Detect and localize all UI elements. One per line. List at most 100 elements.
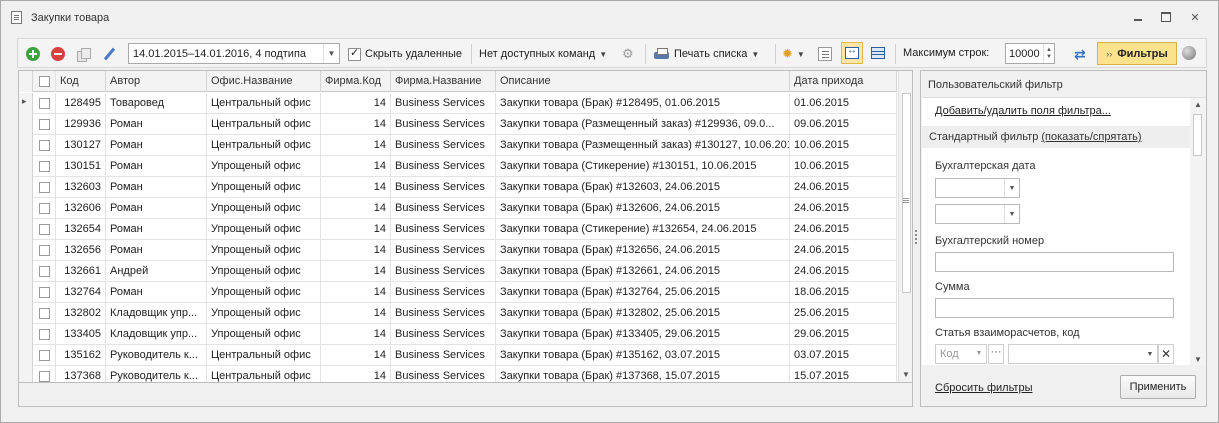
cell-firm-code[interactable]: 14 — [321, 366, 391, 382]
row-indicator[interactable] — [19, 177, 33, 198]
cell-code[interactable]: 129936 — [56, 114, 106, 135]
cell-firm-code[interactable]: 14 — [321, 135, 391, 156]
cell-description[interactable]: Закупки товара (Брак) #135162, 03.07.201… — [496, 345, 790, 366]
cell-firm-name[interactable]: Business Services — [391, 366, 496, 382]
commands-menu[interactable]: Нет доступных команд ▼ — [479, 45, 607, 63]
cell-code[interactable]: 132603 — [56, 177, 106, 198]
row-indicator[interactable] — [19, 282, 33, 303]
cell-firm-code[interactable]: 14 — [321, 198, 391, 219]
cell-author[interactable]: Роман — [106, 156, 207, 177]
table-row[interactable]: 130151 Роман Упрощеный офис 14 Business Serv… — [19, 156, 897, 177]
cell-author[interactable]: Роман — [106, 135, 207, 156]
cell-author[interactable]: Роман — [106, 240, 207, 261]
cell-firm-code[interactable]: 14 — [321, 156, 391, 177]
cell-firm-code[interactable]: 14 — [321, 93, 391, 114]
chevron-down-icon[interactable]: ▼ — [323, 44, 339, 63]
cell-arrival-date[interactable]: 10.06.2015 — [790, 135, 897, 156]
cell-firm-code[interactable]: 14 — [321, 114, 391, 135]
hide-deleted-toggle[interactable]: Скрыть удаленные — [348, 45, 462, 63]
row-indicator[interactable] — [19, 303, 33, 324]
cell-firm-name[interactable]: Business Services — [391, 261, 496, 282]
row-checkbox[interactable] — [39, 287, 50, 298]
edit-button[interactable] — [102, 45, 116, 63]
cell-firm-name[interactable]: Business Services — [391, 135, 496, 156]
gears-button[interactable]: ⚙ — [622, 45, 634, 63]
row-checkbox[interactable] — [39, 98, 50, 109]
cell-office[interactable]: Упрощеный офис — [207, 303, 321, 324]
cell-firm-name[interactable]: Business Services — [391, 240, 496, 261]
cell-description[interactable]: Закупки товара (Размещенный заказ) #1301… — [496, 135, 790, 156]
row-indicator[interactable] — [19, 240, 33, 261]
column-chooser-button[interactable] — [818, 45, 832, 63]
table-row[interactable]: 132802 Кладовщик упр... Упрощеный офис 14 Bu… — [19, 303, 897, 324]
chevron-down-icon[interactable]: ▼ — [972, 345, 986, 363]
cell-office[interactable]: Упрощеный офис — [207, 156, 321, 177]
row-checkbox[interactable] — [39, 329, 50, 340]
accounting-number-input[interactable] — [935, 252, 1174, 272]
table-row[interactable]: 137368 Руководитель к... Центральный офис 1… — [19, 366, 897, 382]
cell-firm-code[interactable]: 14 — [321, 261, 391, 282]
cell-office[interactable]: Центральный офис — [207, 345, 321, 366]
cell-code[interactable]: 137368 — [56, 366, 106, 382]
row-indicator[interactable] — [19, 114, 33, 135]
article-browse-button[interactable]: ··· — [988, 344, 1004, 364]
cell-code[interactable]: 132802 — [56, 303, 106, 324]
accounting-date-from[interactable]: ▼ — [935, 178, 1020, 198]
row-indicator[interactable] — [19, 93, 33, 114]
maximize-button[interactable] — [1159, 10, 1173, 24]
scroll-down-icon[interactable]: ▼ — [1194, 355, 1202, 364]
cell-arrival-date[interactable]: 24.06.2015 — [790, 219, 897, 240]
grid-scrollbar[interactable]: ▼ — [898, 71, 912, 382]
copy-button[interactable] — [76, 45, 91, 63]
table-row[interactable]: 132764 Роман Упрощеный офис 14 Business Serv… — [19, 282, 897, 303]
cell-office[interactable]: Упрощеный офис — [207, 261, 321, 282]
cell-code[interactable]: 128495 — [56, 93, 106, 114]
sum-input[interactable] — [935, 298, 1174, 318]
cell-code[interactable]: 130151 — [56, 156, 106, 177]
cell-description[interactable]: Закупки товара (Брак) #132661, 24.06.201… — [496, 261, 790, 282]
row-checkbox[interactable] — [39, 245, 50, 256]
select-all-checkbox[interactable] — [39, 76, 50, 87]
cell-firm-name[interactable]: Business Services — [391, 114, 496, 135]
spin-arrows-icon[interactable]: ▲ ▼ — [1043, 44, 1054, 63]
cell-firm-name[interactable]: Business Services — [391, 177, 496, 198]
column-header-arrival-date[interactable]: Дата прихода — [790, 71, 897, 92]
cell-firm-code[interactable]: 14 — [321, 177, 391, 198]
cell-firm-name[interactable]: Business Services — [391, 324, 496, 345]
cell-office[interactable]: Центральный офис — [207, 93, 321, 114]
cell-office[interactable]: Упрощеный офис — [207, 198, 321, 219]
cell-description[interactable]: Закупки товара (Брак) #133405, 29.06.201… — [496, 324, 790, 345]
cell-firm-name[interactable]: Business Services — [391, 198, 496, 219]
cell-description[interactable]: Закупки товара (Брак) #132603, 24.06.201… — [496, 177, 790, 198]
row-indicator[interactable] — [19, 156, 33, 177]
cell-author[interactable]: Руководитель к... — [106, 345, 207, 366]
cell-description[interactable]: Закупки товара (Брак) #128495, 01.06.201… — [496, 93, 790, 114]
cell-description[interactable]: Закупки товара (Брак) #132802, 25.06.201… — [496, 303, 790, 324]
cell-author[interactable]: Руководитель к... — [106, 366, 207, 382]
article-clear-button[interactable]: ✕ — [1158, 344, 1174, 364]
cell-author[interactable]: Андрей — [106, 261, 207, 282]
cell-arrival-date[interactable]: 10.06.2015 — [790, 156, 897, 177]
cell-firm-name[interactable]: Business Services — [391, 219, 496, 240]
table-row[interactable]: 132606 Роман Упрощеный офис 14 Business Serv… — [19, 198, 897, 219]
row-checkbox[interactable] — [39, 308, 50, 319]
cell-firm-code[interactable]: 14 — [321, 303, 391, 324]
article-name-input[interactable]: ▼ — [1008, 344, 1158, 364]
cell-office[interactable]: Центральный офис — [207, 135, 321, 156]
layout-toggle[interactable] — [867, 42, 889, 64]
cell-firm-code[interactable]: 14 — [321, 240, 391, 261]
cell-firm-name[interactable]: Business Services — [391, 303, 496, 324]
cell-description[interactable]: Закупки товара (Стикерение) #130151, 10.… — [496, 156, 790, 177]
cell-author[interactable]: Роман — [106, 282, 207, 303]
reset-filters-link[interactable]: Сбросить фильтры — [935, 382, 1033, 394]
table-row[interactable]: 132603 Роман Упрощеный офис 14 Business Serv… — [19, 177, 897, 198]
panel-splitter[interactable] — [914, 230, 918, 250]
apply-button[interactable]: Применить — [1120, 375, 1196, 399]
cell-firm-code[interactable]: 14 — [321, 345, 391, 366]
cell-code[interactable]: 132606 — [56, 198, 106, 219]
cell-firm-code[interactable]: 14 — [321, 219, 391, 240]
scroll-down-icon[interactable]: ▼ — [902, 370, 910, 379]
row-indicator[interactable] — [19, 345, 33, 366]
hide-deleted-checkbox[interactable] — [348, 46, 361, 61]
cell-description[interactable]: Закупки товара (Стикерение) #132654, 24.… — [496, 219, 790, 240]
